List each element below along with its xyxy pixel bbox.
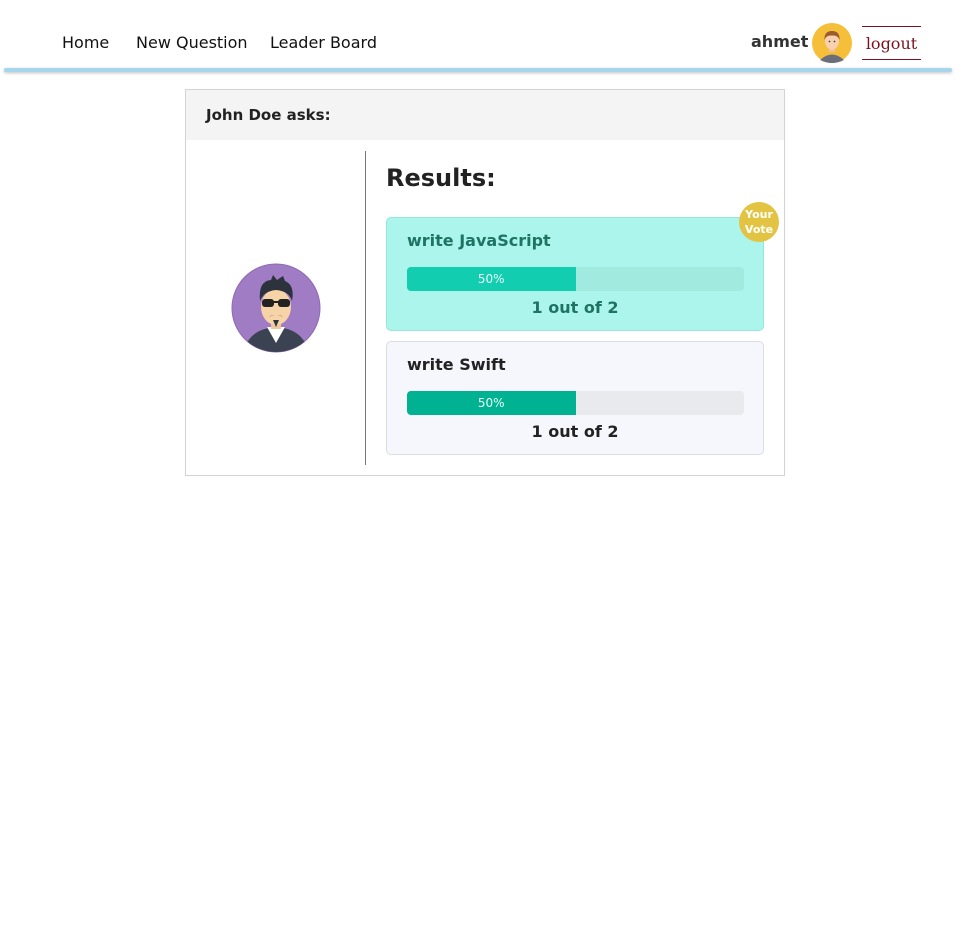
question-author-header: John Doe asks: [186,90,784,140]
logout-button[interactable]: logout [862,26,921,60]
progress-bar: 50% [407,267,744,291]
vote-count: 1 out of 2 [531,298,619,317]
your-vote-badge: Your Vote [739,202,779,242]
question-card: John Doe asks: Results: write JavaScript [185,89,785,476]
current-username: ahmet [751,32,809,51]
vote-count: 1 out of 2 [531,422,619,441]
option-text: write Swift [407,355,506,374]
user-avatar-icon [812,23,852,63]
nav-leader-board-link[interactable]: Leader Board [270,33,377,53]
nav-underline [4,68,952,72]
progress-bar: 50% [407,391,744,415]
option-card: write Swift 50% 1 out of 2 [386,341,764,455]
nav-new-question-link[interactable]: New Question [136,33,248,53]
your-vote-badge-line2: Vote [744,223,774,236]
your-vote-badge-line1: Your [745,208,773,221]
option-card-voted: write JavaScript 50% 1 out of 2 Your Vot… [386,202,779,331]
top-nav: Home New Question Leader Board ahmet log… [0,0,966,70]
author-avatar-panel [186,151,366,465]
option-text: write JavaScript [407,231,551,250]
progress-bar-fill: 50% [407,391,576,415]
results-panel: Results: write JavaScript 50% 1 out of 2… [386,150,779,455]
nav-home-link[interactable]: Home [62,33,109,53]
author-avatar-icon [231,263,320,353]
results-title: Results: [386,164,496,192]
progress-bar-fill: 50% [407,267,576,291]
